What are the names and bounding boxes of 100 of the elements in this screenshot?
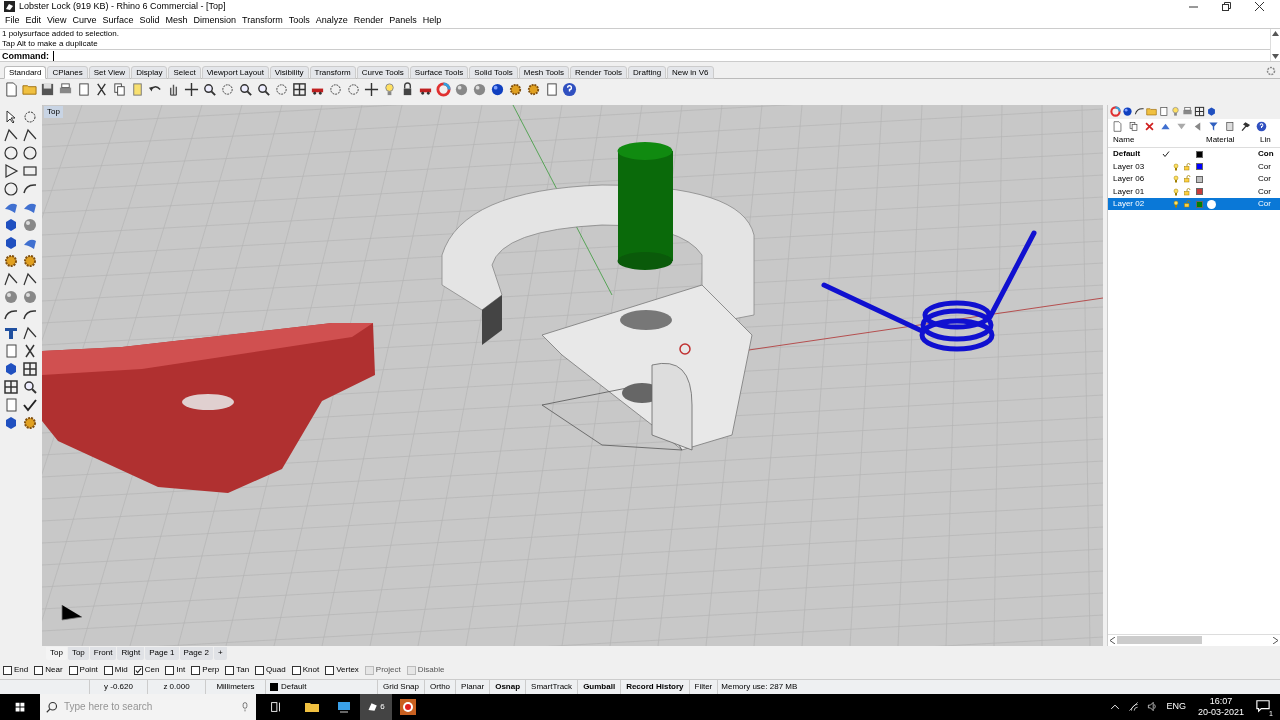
scroll-up-icon[interactable]	[1272, 31, 1279, 37]
checkbox[interactable]	[191, 665, 201, 675]
toolbar-tab[interactable]: Visibility	[269, 66, 309, 80]
gear-icon[interactable]	[22, 414, 38, 431]
toolbar-tab[interactable]: Viewport Layout	[201, 66, 269, 80]
osnap-label[interactable]: Knot	[302, 664, 320, 677]
light-bulb-icon[interactable]	[1170, 106, 1181, 118]
toolbar-tab[interactable]: Mesh Tools	[518, 66, 570, 80]
page-icon[interactable]	[76, 81, 91, 97]
toolbar-tab[interactable]: Solid Tools	[469, 66, 518, 80]
wifi-icon[interactable]	[1128, 701, 1140, 713]
dashed-circle-icon[interactable]	[22, 108, 38, 125]
cube-icon[interactable]	[3, 414, 19, 431]
toolbar-tab[interactable]: Drafting	[628, 66, 667, 80]
scroll-right-icon[interactable]	[1273, 636, 1278, 644]
osnap-label[interactable]: Int	[176, 664, 186, 677]
layer-row[interactable]: Layer 03 Cor	[1108, 160, 1280, 173]
viewport-tab[interactable]: Top	[67, 646, 89, 660]
viewport-tab[interactable]: Page 2	[179, 646, 213, 660]
toolbar-tab[interactable]: Curve Tools	[356, 66, 409, 80]
rhino-taskbar-button[interactable]: 6	[360, 694, 392, 720]
toolbar-tab[interactable]: Surface Tools	[409, 66, 469, 80]
scroll-down-icon[interactable]	[1272, 54, 1279, 60]
menu-item[interactable]: Dimension	[190, 14, 239, 28]
layer-color-swatch[interactable]	[1196, 163, 1203, 171]
cube-icon[interactable]	[1206, 106, 1217, 118]
polyline-icon[interactable]	[22, 126, 38, 143]
gear-icon[interactable]	[526, 81, 541, 97]
clock-time[interactable]: 16:07	[1209, 696, 1233, 707]
menu-item[interactable]: Curve	[69, 14, 100, 28]
viewport-tab[interactable]: +	[213, 646, 227, 660]
toolbar-tab[interactable]: Transform	[309, 66, 356, 80]
clipboard-icon[interactable]	[130, 81, 145, 97]
column-header[interactable]: Name	[1108, 134, 1205, 147]
new-layer-icon[interactable]	[1112, 120, 1123, 132]
menu-item[interactable]: Solid	[136, 14, 163, 28]
microphone-icon[interactable]	[240, 701, 250, 713]
polyline-icon[interactable]	[22, 324, 38, 341]
checkbox[interactable]	[255, 665, 265, 675]
osnap-label[interactable]: Vertex	[336, 664, 359, 677]
layer-color-swatch[interactable]	[1196, 200, 1203, 208]
viewport-tab[interactable]: Page 1	[145, 646, 179, 660]
settings-icon[interactable]	[1266, 66, 1276, 77]
scissors-icon[interactable]	[94, 81, 109, 97]
viewport-title[interactable]: Top	[44, 105, 63, 118]
magnifier-icon[interactable]	[256, 81, 271, 97]
page-icon[interactable]	[1224, 120, 1235, 132]
clock-date[interactable]: 20-03-2021	[1197, 707, 1244, 718]
material-swatch[interactable]	[1207, 199, 1216, 209]
filter-icon[interactable]	[1208, 120, 1219, 132]
checkbox[interactable]	[291, 665, 301, 675]
polyline-icon[interactable]	[22, 270, 38, 287]
speaker-icon[interactable]	[1147, 701, 1159, 713]
checkbox[interactable]	[3, 665, 12, 675]
magnifier-icon[interactable]	[202, 81, 217, 97]
page-icon[interactable]	[1158, 106, 1169, 118]
column-header[interactable]: Material	[1205, 134, 1260, 147]
circle-icon[interactable]	[3, 144, 19, 161]
status-toggle[interactable]: Osnap	[490, 680, 527, 694]
chevron-up-icon[interactable]	[1110, 702, 1121, 712]
menu-item[interactable]: Mesh	[162, 14, 191, 28]
gear-icon[interactable]	[508, 81, 523, 97]
page-icon[interactable]	[544, 81, 559, 97]
osnap-label[interactable]: Tan	[236, 664, 250, 677]
status-toggle[interactable]: Gumball	[578, 680, 622, 694]
status-toggle[interactable]: Ortho	[425, 680, 457, 694]
color-wheel-icon[interactable]	[436, 81, 451, 97]
grid-icon[interactable]	[1194, 106, 1205, 118]
column-header[interactable]: Lin	[1260, 134, 1280, 147]
viewport-tab[interactable]: Top	[46, 646, 67, 660]
viewport-tab[interactable]: Front	[89, 646, 117, 660]
light-bulb-icon[interactable]	[1172, 162, 1180, 171]
osnap-label[interactable]: Cen	[144, 664, 160, 677]
menu-item[interactable]: Panels	[386, 14, 420, 28]
menu-item[interactable]: Tools	[285, 14, 313, 28]
toolbar-tab[interactable]: CPlanes	[47, 66, 88, 80]
osnap-label[interactable]: Quad	[266, 664, 286, 677]
checkbox[interactable]	[225, 665, 235, 675]
status-toggle[interactable]: Filter	[689, 680, 719, 694]
search-bar[interactable]: Type here to search	[40, 694, 256, 720]
gear-icon[interactable]	[22, 252, 38, 269]
magnifier-icon[interactable]	[22, 378, 38, 395]
move-cross-icon[interactable]	[184, 81, 199, 97]
circle-icon[interactable]	[22, 144, 38, 161]
menu-item[interactable]: Surface	[99, 14, 137, 28]
status-toggle[interactable]: SmartTrack	[526, 680, 579, 694]
notification-icon[interactable]	[1256, 699, 1270, 713]
sphere-icon[interactable]	[22, 216, 38, 233]
menu-item[interactable]: Analyze	[312, 14, 351, 28]
menu-item[interactable]: View	[44, 14, 70, 28]
toolbar-tab[interactable]: New in V6	[667, 66, 714, 80]
layer-row[interactable]: Default Con	[1108, 147, 1280, 161]
checkbox[interactable]	[68, 665, 78, 675]
language-indicator[interactable]: ENG	[1166, 700, 1186, 714]
sublayer-icon[interactable]	[1128, 120, 1139, 132]
osnap-label[interactable]: Perp	[202, 664, 220, 677]
layer-button[interactable]: Default	[266, 680, 378, 694]
toolbar-tab[interactable]: Set View	[88, 66, 131, 80]
menu-item[interactable]: Render	[350, 14, 387, 28]
cube-icon[interactable]	[3, 216, 19, 233]
